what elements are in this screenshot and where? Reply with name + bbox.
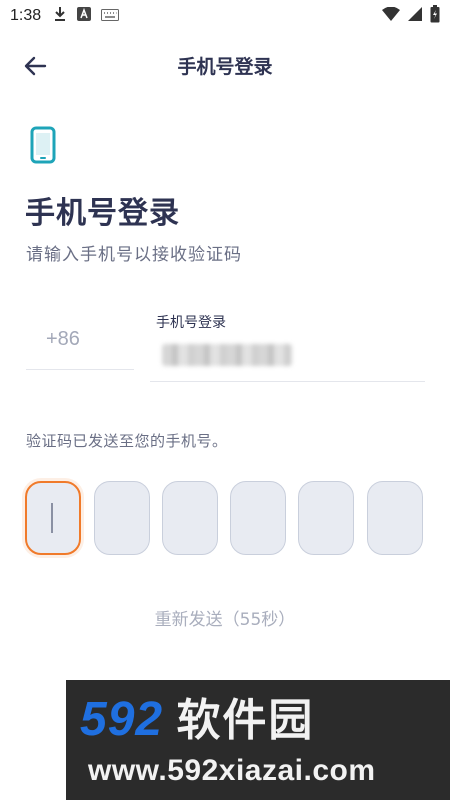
code-sent-message: 验证码已发送至您的手机号。 [26,432,228,450]
phone-field-label: 手机号登录 [156,315,226,331]
subheading: 请输入手机号以接收验证码 [26,245,242,265]
keyboard-icon [101,7,120,25]
wifi-icon [382,6,400,25]
code-box-4[interactable] [230,481,286,555]
watermark-logo-number: 592 [80,693,164,746]
status-time: 1:38 [10,7,42,24]
code-box-5[interactable] [298,481,354,555]
phone-number-input[interactable] [162,344,292,366]
watermark-url: www.592xiazai.com [88,754,376,787]
app-bar: 手机号登录 [0,44,450,88]
code-box-1[interactable] [25,481,81,555]
text-caret [51,503,53,533]
watermark-logo: 592 软件园 [80,692,314,749]
status-bar: 1:38 [0,0,450,32]
a-badge-icon [77,7,92,25]
code-box-3[interactable] [162,481,218,555]
signal-icon [408,7,422,25]
verification-code-input [25,481,427,557]
main-heading: 手机号登录 [25,196,180,231]
phone-field[interactable]: 手机号登录 [150,306,425,382]
code-box-2[interactable] [94,481,150,555]
page-title: 手机号登录 [177,56,273,78]
smartphone-icon [30,126,56,164]
country-code-selector[interactable]: +86 [26,320,134,370]
code-box-6[interactable] [367,481,423,555]
battery-icon [430,5,440,27]
watermark-banner: 592 软件园 www.592xiazai.com [66,680,450,800]
resend-button[interactable]: 重新发送（55秒） [0,605,450,630]
download-icon [53,6,67,26]
watermark-logo-text: 软件园 [176,696,315,745]
